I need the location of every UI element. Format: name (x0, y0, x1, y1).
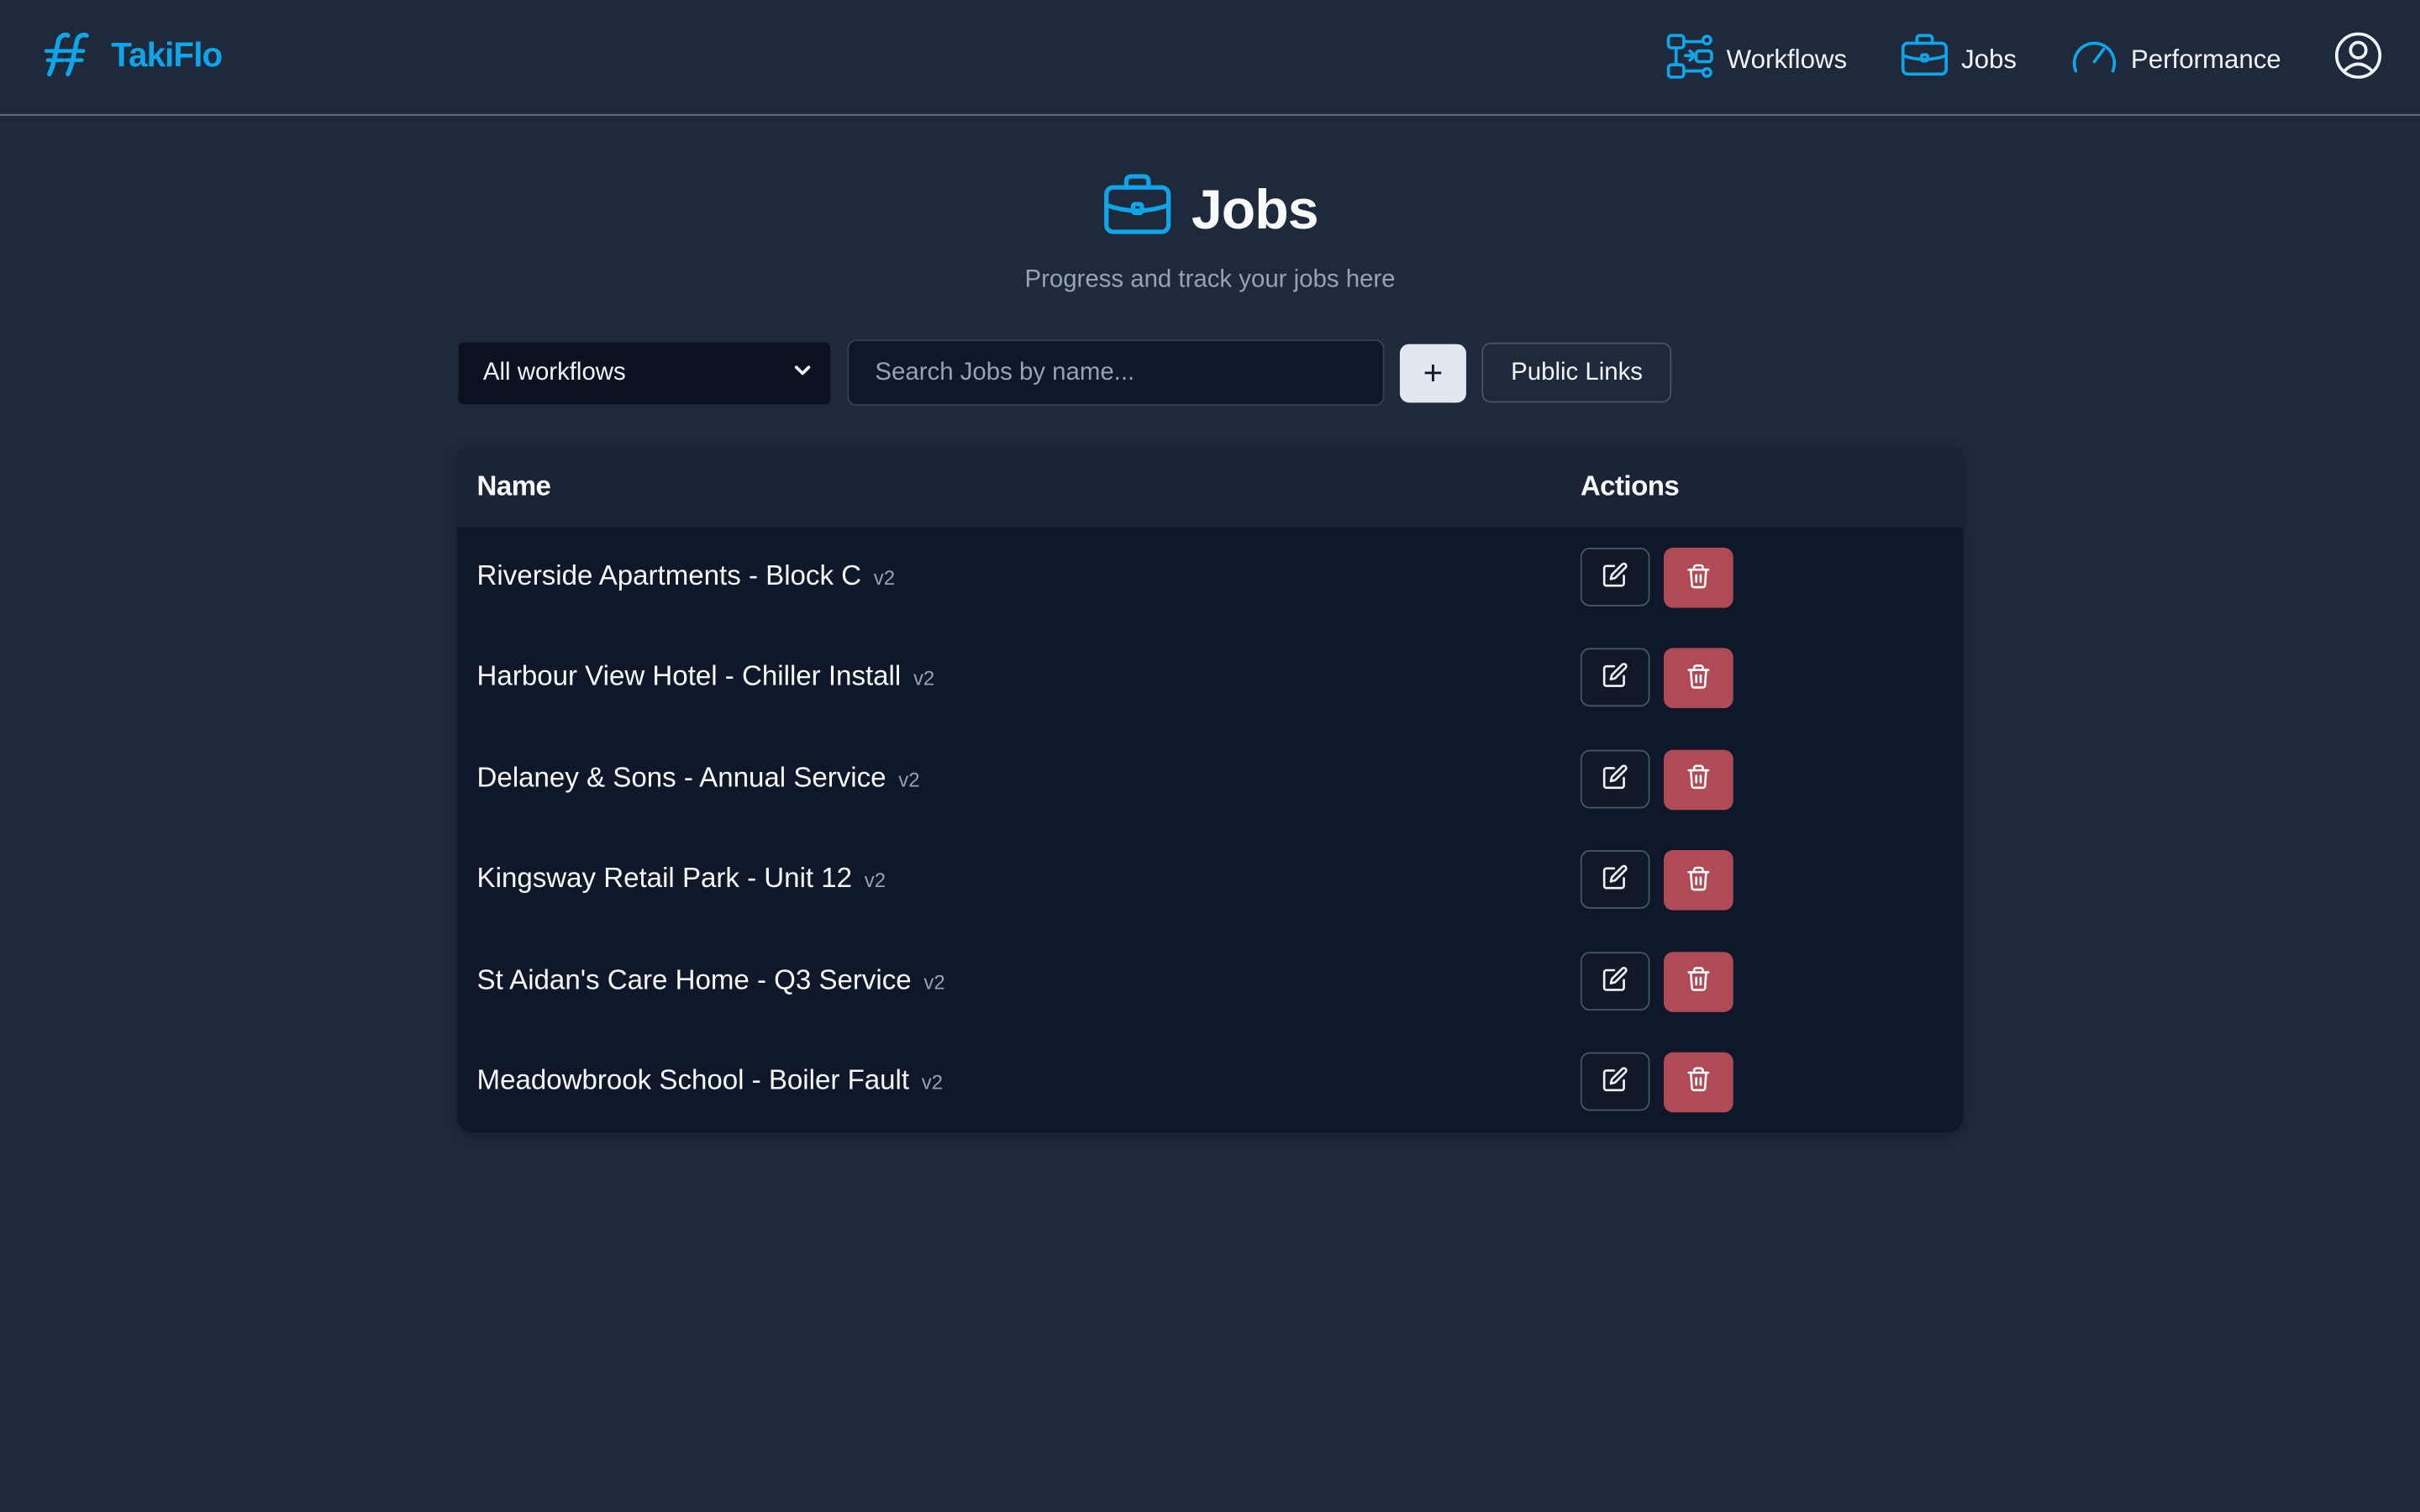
edit-icon (1602, 562, 1628, 593)
job-version: v2 (921, 1070, 944, 1095)
jobs-toolbar: All workflows + Public Links (456, 339, 1672, 407)
app-page: TakiFlo Workflows Jobs Performance Jobs … (0, 0, 2420, 1512)
job-search-input[interactable] (847, 339, 1385, 407)
job-name-text: Delaney & Sons - Annual Service (476, 761, 886, 793)
job-name[interactable]: St Aidan's Care Home - Q3 Service v2 (477, 963, 945, 996)
table-row: Riverside Apartments - Block C v2 (457, 528, 1964, 628)
edit-job-button[interactable] (1580, 648, 1650, 707)
delete-job-button[interactable] (1664, 749, 1733, 810)
job-name[interactable]: Meadowbrook School - Boiler Fault v2 (477, 1064, 943, 1097)
trash-icon (1686, 664, 1712, 695)
page-title: Jobs (1191, 176, 1319, 240)
trash-icon (1686, 1067, 1712, 1098)
public-links-button[interactable]: Public Links (1481, 342, 1672, 403)
top-navbar: TakiFlo Workflows Jobs Performance (0, 0, 2420, 116)
workflow-icon (1665, 31, 1714, 88)
user-profile-button[interactable] (2333, 31, 2383, 88)
job-name[interactable]: Kingsway Retail Park - Unit 12 v2 (477, 863, 886, 895)
column-header-name: Name (476, 470, 551, 501)
job-name-text: Harbour View Hotel - Chiller Install (476, 660, 902, 692)
edit-job-button[interactable] (1580, 548, 1650, 606)
job-name-text: Meadowbrook School - Boiler Fault (476, 1064, 910, 1095)
table-header: Name Actions (456, 445, 1964, 528)
takiflo-logo-icon (40, 28, 96, 83)
nav-item-workflows[interactable]: Workflows (1665, 31, 1847, 88)
edit-icon (1602, 663, 1628, 694)
edit-job-button[interactable] (1580, 850, 1650, 910)
workflow-filter-value: All workflows (482, 359, 626, 386)
job-version: v2 (923, 969, 945, 994)
trash-icon (1686, 865, 1712, 896)
table-row: Meadowbrook School - Boiler Fault v2 (457, 1032, 1964, 1132)
nav-item-jobs[interactable]: Jobs (1900, 31, 2017, 88)
nav-links: Workflows Jobs Performance (1665, 31, 2383, 88)
page-subtitle: Progress and track your jobs here (1024, 266, 1396, 293)
brand-name: TakiFlo (111, 35, 223, 75)
job-name-text: Riverside Apartments - Block C (476, 559, 862, 591)
job-version: v2 (873, 566, 895, 590)
brand-link[interactable]: TakiFlo (40, 28, 223, 83)
job-name[interactable]: Harbour View Hotel - Chiller Install v2 (477, 661, 935, 694)
trash-icon (1686, 764, 1712, 795)
delete-job-button[interactable] (1664, 548, 1733, 608)
delete-job-button[interactable] (1664, 648, 1733, 709)
delete-job-button[interactable] (1664, 850, 1733, 911)
job-version: v2 (898, 768, 920, 791)
table-row: St Aidan's Care Home - Q3 Service v2 (457, 932, 1964, 1032)
job-name[interactable]: Riverside Apartments - Block C v2 (477, 560, 895, 593)
edit-job-button[interactable] (1580, 749, 1650, 809)
nav-item-performance[interactable]: Performance (2069, 31, 2281, 88)
gauge-icon (2069, 31, 2118, 88)
table-row: Harbour View Hotel - Chiller Install v2 (457, 628, 1964, 729)
edit-icon (1602, 1066, 1628, 1097)
workflow-filter-select[interactable]: All workflows (456, 340, 833, 406)
edit-job-button[interactable] (1580, 951, 1650, 1011)
jobs-table: Name Actions Riverside Apartments - Bloc… (456, 445, 1964, 1133)
job-name[interactable]: Delaney & Sons - Annual Service v2 (477, 762, 920, 795)
briefcase-icon (1900, 31, 1949, 88)
job-version: v2 (864, 869, 886, 892)
nav-item-label: Workflows (1726, 44, 1848, 74)
edit-icon (1602, 965, 1628, 996)
trash-icon (1686, 966, 1712, 997)
nav-item-label: Jobs (1961, 44, 2018, 74)
briefcase-icon (1102, 170, 1172, 249)
edit-icon (1602, 864, 1628, 895)
job-name-text: St Aidan's Care Home - Q3 Service (476, 963, 912, 995)
table-row: Delaney & Sons - Annual Service v2 (457, 729, 1964, 830)
column-header-actions: Actions (1580, 470, 1680, 501)
add-job-button[interactable]: + (1399, 343, 1466, 402)
trash-icon (1686, 562, 1712, 593)
delete-job-button[interactable] (1664, 1052, 1733, 1113)
edit-job-button[interactable] (1580, 1052, 1650, 1111)
user-circle-icon (2333, 31, 2383, 88)
job-name-text: Kingsway Retail Park - Unit 12 (476, 863, 853, 894)
nav-item-label: Performance (2130, 44, 2281, 74)
job-version: v2 (913, 667, 935, 690)
table-row: Kingsway Retail Park - Unit 12 v2 (457, 830, 1964, 931)
page-heading: Jobs (0, 170, 2420, 249)
edit-icon (1602, 764, 1628, 795)
chevron-down-icon (793, 359, 812, 386)
delete-job-button[interactable] (1664, 951, 1733, 1012)
